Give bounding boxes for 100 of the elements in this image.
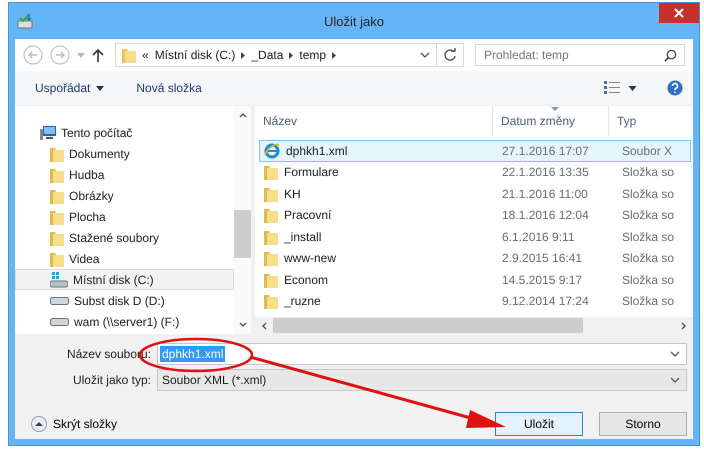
nav-item[interactable]: Hudba xyxy=(15,164,234,185)
folder-icon xyxy=(50,166,64,182)
file-date: 18.1.2016 12:04 xyxy=(502,208,589,222)
file-name: _install xyxy=(284,230,322,244)
drive-icon xyxy=(50,318,69,326)
file-date: 22.1.2016 13:35 xyxy=(502,165,589,180)
hide-folders-button[interactable]: Skrýt složky xyxy=(31,416,118,432)
file-date: 14.5.2015 9:17 xyxy=(502,272,582,287)
scrollbar-thumb[interactable] xyxy=(273,318,583,333)
dropdown-icon[interactable] xyxy=(628,86,637,90)
nav-item[interactable]: Videa xyxy=(15,248,234,269)
column-header[interactable]: Datum změny xyxy=(493,106,609,136)
caret-icon xyxy=(96,86,104,90)
window-title: Uložit jako xyxy=(323,14,385,28)
save-icon xyxy=(17,12,35,30)
collapse-icon xyxy=(31,416,47,432)
folder-icon xyxy=(264,272,278,288)
file-date: 2.9.2015 16:41 xyxy=(502,251,582,266)
file-type: Složka so xyxy=(622,208,674,222)
file-row[interactable]: Econom 14.5.2015 9:17 Složka so xyxy=(259,269,691,290)
drive-icon xyxy=(50,272,68,288)
dropdown-icon[interactable] xyxy=(420,52,430,58)
file-row[interactable]: _ruzne 9.12.2014 17:24 Složka so xyxy=(259,290,691,312)
chevron-icon[interactable] xyxy=(241,52,246,58)
nav-item[interactable]: Dokumenty xyxy=(15,143,234,164)
sort-arrow-icon xyxy=(550,107,558,111)
organize-button[interactable]: Uspořádat xyxy=(29,78,110,98)
scroll-down-icon[interactable] xyxy=(238,322,246,328)
file-name: Econom xyxy=(284,272,328,287)
file-date: 9.12.2014 17:24 xyxy=(502,294,589,308)
file-row[interactable]: Formulare 22.1.2016 13:35 Složka so xyxy=(259,162,691,183)
nav-item[interactable]: Místní disk (C:) xyxy=(15,269,234,290)
address-bar[interactable]: « Místní disk (C:) _Data temp xyxy=(115,43,464,67)
file-name: KH xyxy=(284,186,301,201)
column-header[interactable]: Typ xyxy=(609,106,693,136)
close-button[interactable] xyxy=(659,3,699,23)
file-date: 21.1.2016 11:00 xyxy=(502,186,588,201)
folder-icon xyxy=(264,228,278,245)
chevron-icon[interactable] xyxy=(289,52,294,58)
search-icon[interactable] xyxy=(664,49,677,62)
file-type: Složka so xyxy=(622,272,674,287)
drive-icon xyxy=(50,296,69,304)
nav-item[interactable]: Tento počítač xyxy=(15,122,234,143)
file-name: dphkh1.xml xyxy=(286,144,348,158)
help-icon[interactable] xyxy=(667,80,683,96)
file-type: Složka so xyxy=(622,230,674,244)
scrollbar-thumb[interactable] xyxy=(234,210,251,258)
column-header[interactable]: Název xyxy=(255,106,493,136)
nav-item[interactable]: Obrázky xyxy=(15,185,234,206)
file-name: Pracovní xyxy=(284,208,332,222)
scrollbar[interactable] xyxy=(255,317,693,334)
nav-item[interactable]: Plocha xyxy=(15,206,234,227)
refresh-icon[interactable] xyxy=(443,48,457,62)
overflow-marker[interactable]: « xyxy=(142,48,149,62)
nav-item[interactable]: wam (\\server1) (F:) xyxy=(15,311,234,332)
chevron-icon[interactable] xyxy=(332,52,336,58)
folder-icon xyxy=(50,250,64,266)
search-field[interactable]: Prohledat: temp xyxy=(475,44,685,66)
folder-icon xyxy=(264,250,278,266)
new-folder-button[interactable]: Nová složka xyxy=(130,78,208,98)
file-name: Formulare xyxy=(284,165,339,180)
folder-icon xyxy=(264,164,278,180)
file-type: Složka so xyxy=(622,186,674,201)
folder-icon xyxy=(264,186,278,202)
scroll-left-icon[interactable] xyxy=(261,322,267,330)
view-options-icon[interactable] xyxy=(604,81,620,95)
scroll-up-icon[interactable] xyxy=(238,112,246,118)
xml-file-icon xyxy=(264,142,280,159)
save-button[interactable]: Uložit xyxy=(495,412,583,436)
breadcrumb-item[interactable]: _Data xyxy=(251,48,284,62)
file-type: Složka so xyxy=(622,165,674,180)
computer-icon xyxy=(40,126,56,140)
scroll-right-icon[interactable] xyxy=(681,322,687,330)
file-type: Složka so xyxy=(622,251,674,266)
file-row[interactable]: _install 6.1.2016 9:11 Složka so xyxy=(259,226,691,248)
cancel-button[interactable]: Storno xyxy=(599,412,687,436)
folder-icon xyxy=(264,293,278,310)
dropdown-icon[interactable] xyxy=(670,377,680,383)
nav-item[interactable]: Subst disk D (D:) xyxy=(15,290,234,311)
file-row[interactable]: dphkh1.xml 27.1.2016 17:07 Soubor X xyxy=(259,140,691,162)
breadcrumb-item[interactable]: temp xyxy=(299,48,326,62)
file-name: www-new xyxy=(284,251,336,266)
file-date: 6.1.2016 9:11 xyxy=(502,230,575,244)
folder-icon xyxy=(264,207,278,224)
file-type-dropdown[interactable]: Soubor XML (*.xml) xyxy=(157,369,687,391)
up-arrow-icon[interactable] xyxy=(92,48,104,62)
folder-icon xyxy=(50,146,64,162)
folder-icon xyxy=(50,188,64,204)
file-row[interactable]: Pracovní 18.1.2016 12:04 Složka so xyxy=(259,204,691,226)
folder-icon xyxy=(50,230,64,246)
nav-item[interactable]: Stažené soubory xyxy=(15,227,234,248)
breadcrumb-item[interactable]: Místní disk (C:) xyxy=(154,48,236,62)
file-row[interactable]: www-new 2.9.2015 16:41 Složka so xyxy=(259,248,691,269)
folder-icon xyxy=(50,208,64,224)
scrollbar[interactable] xyxy=(234,106,251,334)
file-type-label: Uložit jako typ: xyxy=(72,373,152,387)
file-row[interactable]: KH 21.1.2016 11:00 Složka so xyxy=(259,183,691,204)
file-type: Složka so xyxy=(622,294,674,308)
close-icon xyxy=(674,8,684,18)
dropdown-icon[interactable] xyxy=(670,351,680,357)
